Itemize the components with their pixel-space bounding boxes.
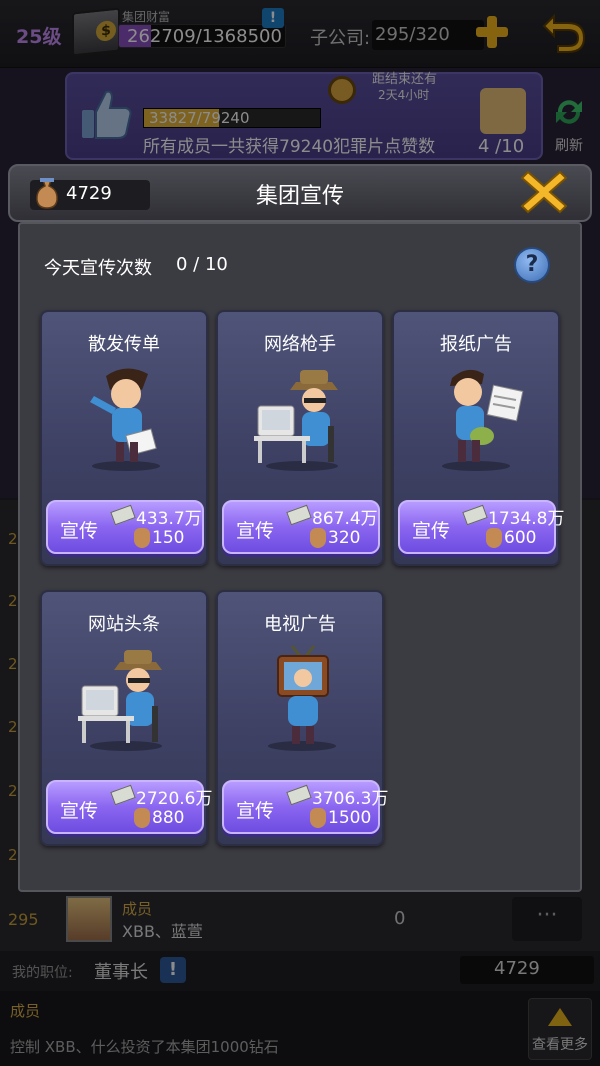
daily-count-label: 今天宣传次数 <box>44 258 152 279</box>
computer-man-icon <box>254 370 338 471</box>
card-title: 报纸广告 <box>440 334 512 355</box>
promote-button-label: 宣传 <box>60 520 99 542</box>
promote-button[interactable]: 宣传 867.4万 320 <box>222 500 380 554</box>
cash-icon <box>110 504 136 526</box>
cash-icon <box>110 784 136 806</box>
daily-count-value: 0 / 10 <box>176 254 228 275</box>
dialog-money: 4729 <box>66 183 112 204</box>
promote-button-label: 宣传 <box>236 520 275 542</box>
promote-button-label: 宣传 <box>60 800 99 822</box>
promote-button[interactable]: 宣传 1734.8万 600 <box>398 500 564 554</box>
flyer-boy-icon <box>90 368 160 471</box>
money-bag-icon <box>36 178 58 209</box>
money-bag-icon <box>310 528 326 548</box>
promote-button[interactable]: 宣传 3706.3万 1500 <box>222 780 388 834</box>
promo-card-website-headline: 网站头条 宣传 2720.6万 880 <box>40 590 212 846</box>
promo-card-flyers: 散发传单 宣传 433.7万 150 <box>40 310 208 566</box>
cash-cost: 1734.8万 <box>488 509 565 529</box>
card-title: 电视广告 <box>264 614 336 635</box>
game-screen: { "topbar": { "level": "25级", "wealth_la… <box>0 0 600 1066</box>
bag-cost: 600 <box>504 528 537 548</box>
promo-card-newspaper-ad: 报纸广告 宣传 1734.8万 600 <box>392 310 564 566</box>
cash-icon <box>462 504 488 526</box>
promote-button-label: 宣传 <box>412 520 451 542</box>
money-bag-icon <box>486 528 502 548</box>
cash-icon <box>286 784 312 806</box>
card-title: 散发传单 <box>88 334 160 355</box>
bag-cost: 150 <box>152 528 185 548</box>
promote-button-label: 宣传 <box>236 800 275 822</box>
money-bag-icon <box>310 808 326 828</box>
cash-icon <box>286 504 312 526</box>
tv-head-man-icon <box>268 645 336 751</box>
cash-cost: 3706.3万 <box>312 789 389 809</box>
dialog-title: 集团宣传 <box>255 184 344 209</box>
newspaper-boy-icon <box>442 369 524 471</box>
money-bag-icon <box>134 528 150 548</box>
bag-cost: 320 <box>328 528 361 548</box>
card-title: 网站头条 <box>88 614 160 635</box>
money-bag-icon <box>134 808 150 828</box>
cash-cost: 867.4万 <box>312 509 378 529</box>
card-title: 网络枪手 <box>264 334 336 355</box>
promote-button[interactable]: 宣传 433.7万 150 <box>46 500 204 554</box>
bag-cost: 880 <box>152 808 185 828</box>
promo-card-internet-shill: 网络枪手 宣传 867.4万 320 <box>216 310 384 566</box>
promote-button[interactable]: 宣传 2720.6万 880 <box>46 780 212 834</box>
help-icon[interactable]: ? <box>514 247 550 283</box>
promo-card-tv-ad: 电视广告 宣传 3706.3万 1500 <box>216 590 388 846</box>
close-icon[interactable] <box>520 168 568 216</box>
computer-man-icon <box>78 650 162 751</box>
cash-cost: 433.7万 <box>136 509 202 529</box>
bag-cost: 1500 <box>328 808 372 828</box>
cash-cost: 2720.6万 <box>136 789 213 809</box>
